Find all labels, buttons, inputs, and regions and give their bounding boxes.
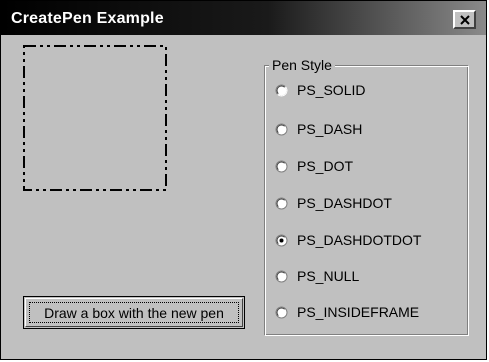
radio-unchecked-icon	[275, 306, 288, 318]
radio-label: PS_DASHDOTDOT	[297, 232, 422, 248]
radio-ps-dashdotdot[interactable]: PS_DASHDOTDOT	[275, 230, 421, 250]
radio-checked-icon	[275, 234, 288, 246]
radio-label: PS_NULL	[297, 268, 360, 284]
radio-unchecked-icon	[275, 84, 288, 96]
focus-rectangle	[29, 302, 239, 323]
radio-unchecked-icon	[275, 123, 288, 135]
radio-ps-dash[interactable]: PS_DASH	[275, 119, 362, 139]
dash-dot-dot-rectangle	[23, 45, 167, 191]
radio-ps-solid[interactable]: PS_SOLID	[275, 80, 365, 100]
close-button[interactable]	[453, 10, 476, 29]
radio-ps-insideframe[interactable]: PS_INSIDEFRAME	[275, 302, 419, 322]
draw-box-button[interactable]: Draw a box with the new pen	[23, 296, 245, 329]
radio-ps-dot[interactable]: PS_DOT	[275, 156, 353, 176]
pen-style-group-label: Pen Style	[269, 57, 335, 73]
radio-unchecked-icon	[275, 197, 288, 209]
createpen-window: CreatePen Example Draw a box with the ne…	[0, 0, 487, 360]
radio-label: PS_DASH	[297, 121, 363, 137]
radio-label: PS_DASHDOT	[297, 195, 392, 211]
close-icon	[460, 15, 470, 25]
radio-unchecked-icon	[275, 160, 288, 172]
radio-label: PS_DOT	[297, 158, 354, 174]
pen-preview-box	[23, 45, 167, 191]
title-bar[interactable]: CreatePen Example	[1, 1, 486, 35]
radio-ps-dashdot[interactable]: PS_DASHDOT	[275, 193, 392, 213]
radio-label: PS_INSIDEFRAME	[297, 304, 420, 320]
radio-ps-null[interactable]: PS_NULL	[275, 266, 359, 286]
window-title: CreatePen Example	[11, 10, 164, 27]
radio-unchecked-icon	[275, 270, 288, 282]
radio-label: PS_SOLID	[297, 82, 366, 98]
